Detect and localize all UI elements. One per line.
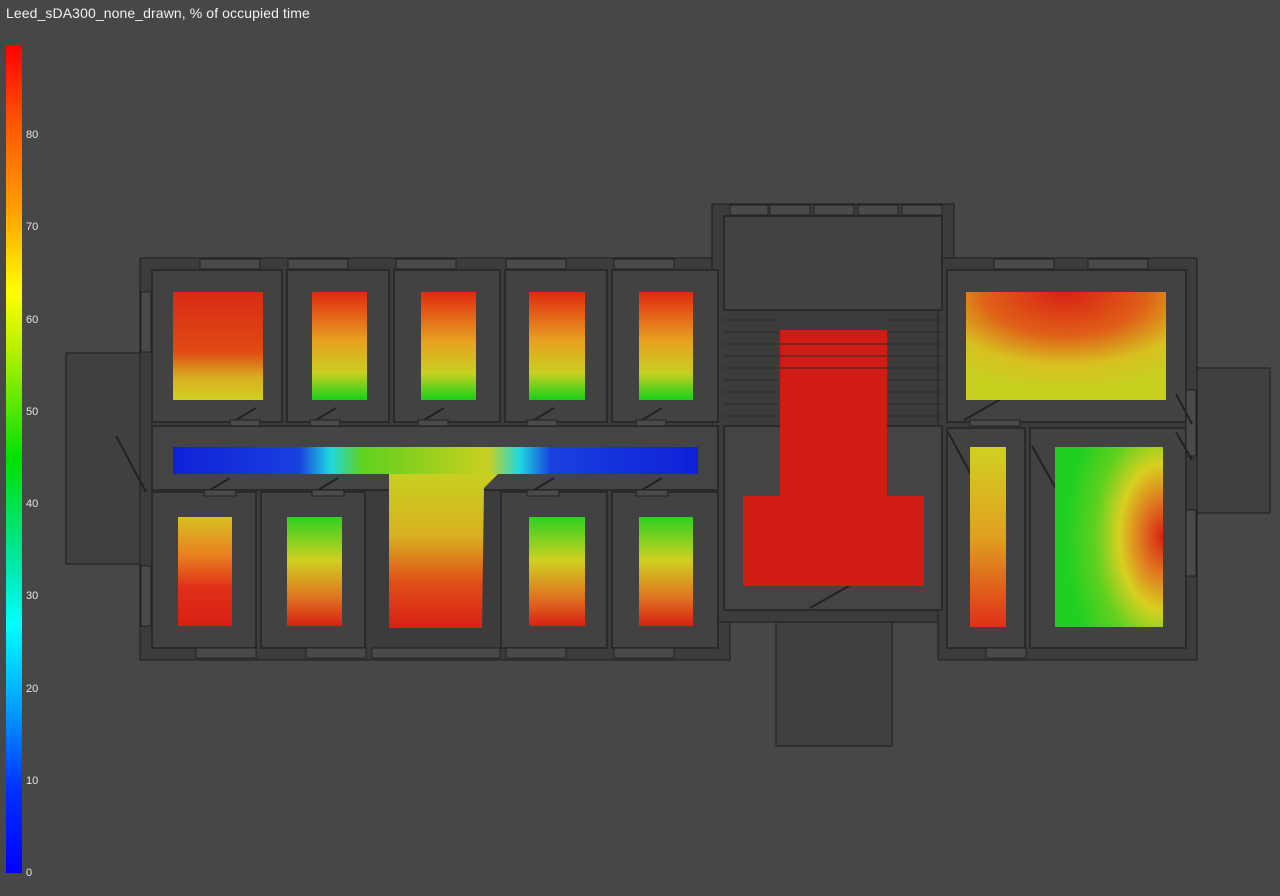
room-result-east-bottom: [1055, 447, 1163, 627]
room-result-bottom-2: [287, 517, 342, 626]
room-result-bottom-3: [529, 517, 585, 626]
room-result-east-top: [966, 292, 1166, 400]
room-result-top-1: [173, 292, 263, 400]
room-result-bottom-4: [639, 517, 693, 626]
corridor-result: [173, 447, 698, 474]
room-result-top-2: [312, 292, 367, 400]
room-result-top-3: [421, 292, 476, 400]
lobby-result: [389, 474, 498, 628]
room-result-bottom-1: [178, 517, 232, 626]
room-result-east-narrow: [970, 447, 1006, 627]
room-result-top-4: [529, 292, 585, 400]
room-result-top-5: [639, 292, 693, 400]
floor-plan-view: [65, 203, 1271, 747]
